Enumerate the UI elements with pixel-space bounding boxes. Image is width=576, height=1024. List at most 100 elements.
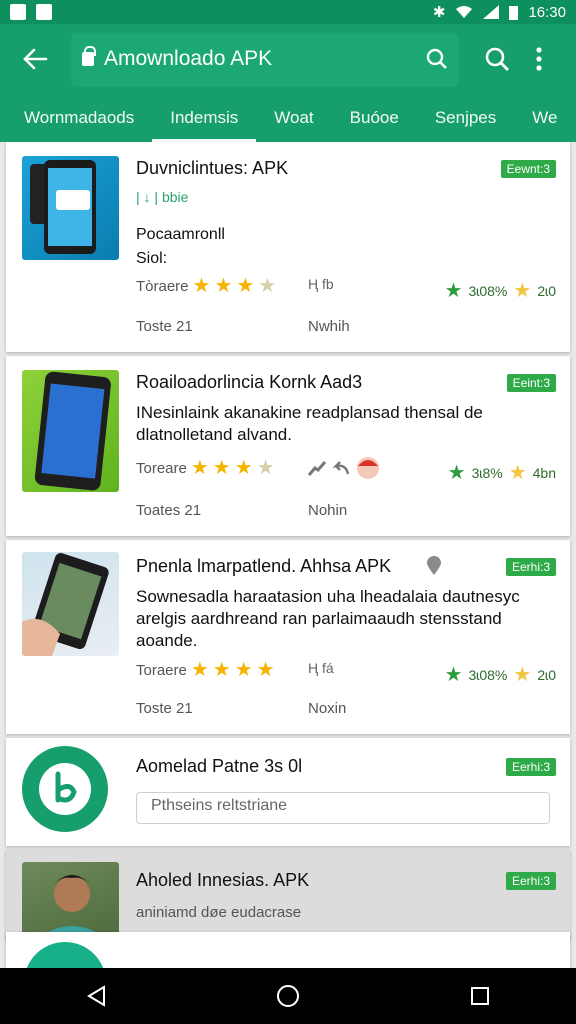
downloads-info: Ⱨ fá (308, 660, 334, 676)
star-half-icon: ★ (258, 275, 277, 297)
circle-home-icon (277, 985, 299, 1007)
yellow-star-icon: ★ (513, 280, 532, 302)
app-logo (22, 746, 108, 832)
app-size: Siol: (136, 250, 168, 267)
star-icon: ★ (192, 275, 211, 297)
list-item[interactable]: Aomelad Patne 3s 0l Eerhi:3 Pthseins rel… (6, 738, 570, 846)
date-label: Toste 21 (136, 318, 193, 335)
star-icon: ★ (234, 457, 253, 479)
yellow-star-icon: ★ (513, 664, 532, 686)
green-star-icon: ★ (447, 462, 466, 484)
rating-summary: ★ 3ɩ8% ★ 4bn (448, 460, 556, 485)
nav-back-button[interactable] (66, 968, 126, 1024)
list-item[interactable]: Aholed Innesias. APK Eerhi:3 aniniamd dø… (6, 850, 570, 940)
app-subinfo: aniniamd døe eudacrase (136, 904, 302, 921)
rating-summary: ★ 3ɩ08% ★ 2ɩ0 (445, 662, 556, 687)
star-icon: ★ (212, 457, 231, 479)
wifi-icon (456, 6, 473, 18)
tab-2[interactable]: Woat (256, 94, 331, 142)
tab-5[interactable]: We (514, 94, 575, 142)
app-title: Pnenla lmarpatlend. Ahhsa APK (136, 556, 392, 576)
rating-label: Toreare (136, 459, 187, 477)
star-icon: ★ (190, 659, 209, 681)
star-icon: ★ (256, 659, 275, 681)
version-badge: Eerhi:3 (505, 758, 556, 776)
tab-1[interactable]: Indemsis (152, 94, 257, 142)
app-title: Aholed Innesias. APK (136, 870, 310, 890)
green-star-icon: ★ (444, 664, 463, 686)
status-bar: ✱ 16:30 (0, 0, 576, 24)
search-input[interactable]: Amownloado APK (70, 31, 460, 87)
app-title: Duvniclintues: APK (136, 158, 289, 178)
tab-0[interactable]: Wornmadaods (0, 94, 152, 142)
app-description: Sownesadla haraatasion uha lheadalaia da… (136, 587, 520, 650)
app-developer: Pocaamronll (136, 226, 225, 243)
app-bar: Amownloado APK (0, 24, 576, 94)
star-icon: ★ (234, 659, 253, 681)
rating-label: Toraere (136, 661, 187, 679)
triangle-back-icon (87, 985, 105, 1007)
rating-percent: 3ɩ08% (468, 282, 508, 299)
phone-image (34, 371, 111, 491)
app-logo (24, 942, 106, 968)
rating-summary: ★ 3ɩ08% ★ 2ɩ0 (445, 278, 556, 303)
bluetooth-icon: ✱ (432, 4, 446, 21)
yellow-star-icon: ★ (508, 462, 527, 484)
star-icon: ★ (212, 659, 231, 681)
person-image (36, 875, 108, 940)
list-item[interactable]: Pnenla lmarpatlend. Ahhsa APK Eerhi:3 So… (6, 540, 570, 734)
app-list: Duvniclintues: APK Eewnt:3 | ↓ | bbie Po… (0, 142, 576, 968)
app-thumbnail (22, 156, 119, 260)
app-subinfo: | ↓ | bbie (136, 189, 189, 205)
version-badge: Eerhi:3 (505, 558, 556, 576)
share-icons (308, 456, 380, 480)
app-title: Roailoadorlincia Kornk Aad3 (136, 372, 363, 392)
version-badge: Eeint:3 (506, 374, 556, 392)
list-item[interactable] (6, 932, 570, 968)
avatar-icon (357, 457, 379, 479)
lock-icon (82, 46, 96, 66)
notification-icon (10, 4, 26, 20)
star-icon: ★ (190, 457, 209, 479)
reply-input[interactable]: Pthseins reltstriane (136, 792, 550, 824)
thumb-icon (308, 461, 326, 476)
green-star-icon: ★ (444, 280, 463, 302)
rating-count: 4bn (532, 464, 556, 481)
download-icon (36, 4, 52, 20)
signal-icon (483, 5, 500, 19)
tab-bar: Wornmadaods Indemsis Woat Buóoe Senjpes … (0, 94, 576, 142)
nav-home-button[interactable] (258, 968, 318, 1024)
tab-3[interactable]: Buóoe (332, 94, 417, 142)
search-button[interactable] (484, 46, 510, 72)
rating-count: 2ɩ0 (537, 282, 556, 299)
rating-row: Toreare ★ ★ ★ ★ (136, 458, 275, 478)
b-logo-icon (39, 763, 91, 815)
list-item[interactable]: Roailoadorlincia Kornk Aad3 Eeint:3 INes… (6, 356, 570, 536)
search-text: Amownloado APK (104, 47, 273, 70)
navigation-bar (0, 968, 576, 1024)
version-badge: Eewnt:3 (500, 160, 556, 178)
rating-row: Toraere ★ ★ ★ ★ (136, 660, 275, 680)
rating-count: 2ɩ0 (537, 666, 556, 683)
hand-phone-image (22, 553, 109, 656)
version-badge: Eerhi:3 (505, 872, 556, 890)
tab-4[interactable]: Senjpes (417, 94, 514, 142)
battery-icon (509, 5, 519, 20)
star-icon: ★ (236, 275, 255, 297)
back-button[interactable] (0, 24, 70, 94)
date-label: Toates 21 (136, 502, 202, 519)
date-mid: Nohin (308, 502, 348, 519)
app-description: INesinlaink akanakine readplansad thensa… (136, 403, 483, 444)
rating-label: Tòraere (136, 277, 189, 295)
date-mid: Nwhih (308, 318, 350, 335)
list-item[interactable]: Duvniclintues: APK Eewnt:3 | ↓ | bbie Po… (6, 142, 570, 352)
search-icon[interactable] (426, 48, 448, 70)
date-label: Toste 21 (136, 700, 193, 717)
clock: 16:30 (528, 3, 566, 21)
square-recents-icon (471, 987, 489, 1005)
app-thumbnail (22, 370, 119, 492)
rating-percent: 3ɩ08% (468, 666, 508, 683)
arrow-left-icon (23, 48, 48, 70)
overflow-menu-icon[interactable] (536, 47, 542, 71)
nav-recents-button[interactable] (450, 968, 510, 1024)
